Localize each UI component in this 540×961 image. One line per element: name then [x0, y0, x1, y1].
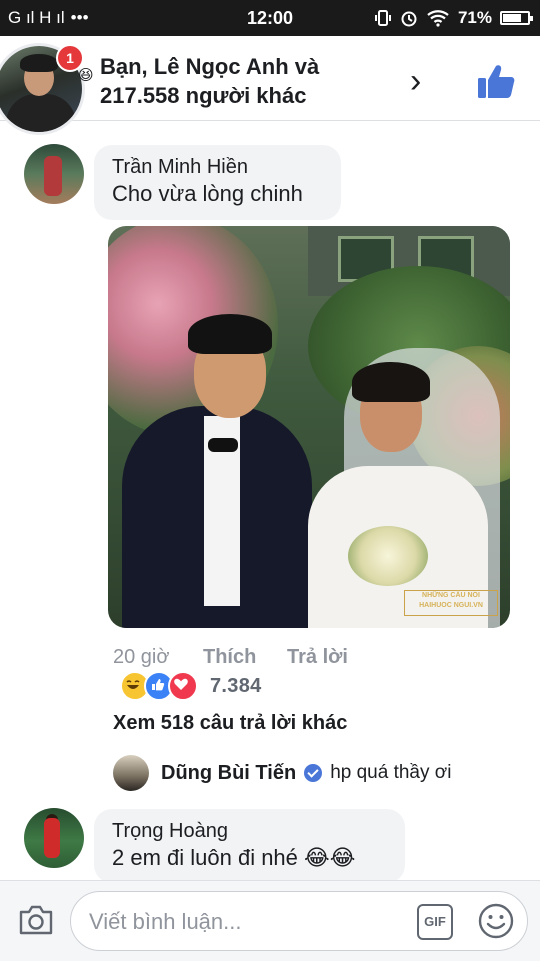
reaction-count: 7.384 [210, 674, 262, 697]
view-more-replies-link[interactable]: Xem 518 câu trả lời khác [113, 712, 347, 735]
status-right: 71% [374, 8, 533, 28]
commenter-avatar[interactable] [24, 808, 84, 868]
like-thumb-icon[interactable] [476, 62, 516, 100]
commenter-avatar[interactable] [24, 144, 84, 204]
reactors-summary[interactable]: Bạn, Lê Ngọc Anh và 217.558 người khác [100, 52, 319, 110]
bow-tie [208, 438, 238, 452]
comment-text: Cho vừa lòng chinh [112, 181, 303, 206]
emoji-icon[interactable] [477, 902, 515, 940]
battery-icon [500, 11, 533, 25]
reactions-header[interactable]: 1 😆 Bạn, Lê Ngọc Anh và 217.558 người kh… [0, 36, 540, 132]
groom-hair [188, 314, 272, 354]
wifi-icon [427, 10, 449, 27]
alarm-icon [401, 11, 417, 27]
like-button[interactable]: Thích [203, 646, 287, 669]
reply-avatar[interactable] [113, 755, 149, 791]
avatar-figure [44, 818, 60, 858]
avatar-hair [20, 54, 58, 72]
comment-author[interactable]: Trọng Hoàng [112, 819, 387, 843]
comment-meta: 20 giờ Thích Trả lời [113, 646, 348, 669]
comment-input[interactable] [87, 906, 391, 938]
bouquet [348, 526, 428, 586]
reply-author[interactable]: Dũng Bùi Tiến [161, 762, 296, 785]
reactors-line-1: Bạn, Lê Ngọc Anh và [100, 54, 320, 79]
reply-text: hp quá thầy ơi [330, 762, 452, 783]
comment-author[interactable]: Trần Minh Hiền [112, 155, 323, 179]
reply-preview[interactable]: Dũng Bùi Tiến hp quá thầy ơi [113, 754, 451, 792]
vibrate-icon [374, 10, 391, 26]
status-bar: G ıl H ıl ••• 12:00 71% [0, 0, 540, 36]
reply-button[interactable]: Trả lời [287, 646, 348, 669]
comment-bubble[interactable]: Trọng Hoàng 2 em đi luôn đi nhé 😂😂 [94, 809, 405, 883]
comment-input-box[interactable]: GIF [70, 891, 528, 951]
verified-badge-icon [304, 764, 323, 782]
avatar-shirt [6, 94, 76, 132]
gif-button[interactable]: GIF [417, 904, 453, 940]
watermark: NHỮNG CÂU NÓI HAIHUOC NGUI.VN [404, 590, 498, 616]
battery-fill [503, 14, 522, 22]
battery-percent: 71% [457, 8, 492, 27]
comment-composer: GIF [0, 880, 540, 961]
haha-reaction-icon: 😆 [78, 67, 94, 84]
comment-text: 2 em đi luôn đi nhé 😂😂 [112, 845, 356, 870]
comment-time[interactable]: 20 giờ [113, 646, 203, 669]
avatar-figure [44, 156, 62, 196]
comment-bubble[interactable]: Trần Minh Hiền Cho vừa lòng chinh [94, 145, 341, 220]
chevron-right-icon[interactable]: › [410, 64, 421, 98]
bride-hair [352, 362, 430, 402]
reactors-line-2: 217.558 người khác [100, 83, 307, 108]
reaction-summary[interactable]: 7.384 [120, 671, 262, 701]
love-reaction-icon [168, 671, 198, 701]
camera-icon[interactable] [18, 903, 54, 937]
comment-photo[interactable]: NHỮNG CÂU NÓI HAIHUOC NGUI.VN [108, 226, 510, 628]
